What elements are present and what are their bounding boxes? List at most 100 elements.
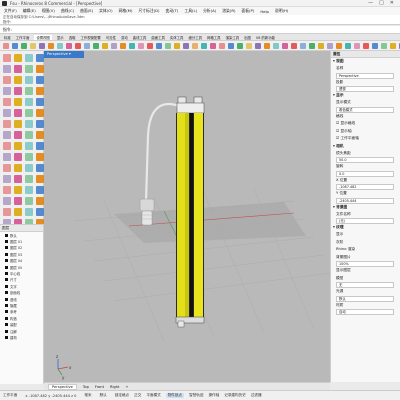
status-toggle-3[interactable]: 物件锁点: [165, 393, 185, 398]
property-section-0[interactable]: ▾ 视图: [331, 58, 400, 65]
left-tool-icon-0[interactable]: [3, 54, 11, 62]
toolbar-tab-14[interactable]: 出图: [244, 35, 251, 40]
left-tool-icon-22[interactable]: [25, 109, 33, 117]
left-tool-icon-47[interactable]: [36, 175, 44, 183]
menu-item-5[interactable]: 实体(O): [99, 8, 113, 14]
layer-color-swatch[interactable]: [5, 291, 8, 295]
left-tool-icon-34[interactable]: [25, 142, 33, 150]
toolbar-icon-30[interactable]: [273, 42, 279, 49]
toolbar-tab-11[interactable]: 细分工具: [188, 35, 202, 40]
left-tool-icon-3[interactable]: [36, 54, 44, 62]
toolbar-icon-6[interactable]: [57, 42, 63, 49]
toolbar-icon-33[interactable]: [300, 42, 306, 49]
layer-color-swatch[interactable]: [5, 284, 8, 288]
left-tool-icon-25[interactable]: [14, 120, 22, 128]
toolbar-icon-37[interactable]: [336, 42, 342, 49]
toolbar-icon-3[interactable]: [30, 42, 36, 49]
toolbar-icon-25[interactable]: [228, 42, 234, 49]
left-tool-icon-29[interactable]: [14, 131, 22, 139]
left-tool-icon-38[interactable]: [25, 153, 33, 161]
maximize-button[interactable]: □: [379, 0, 384, 6]
left-tool-icon-48[interactable]: [3, 186, 11, 194]
toolbar-tab-7[interactable]: 变动: [121, 35, 128, 40]
menu-item-6[interactable]: 网格(M): [119, 8, 133, 14]
left-tool-icon-54[interactable]: [25, 197, 33, 205]
status-toggle-4[interactable]: 智慧轨迹: [189, 393, 203, 398]
property-field-36[interactable]: 自动: [336, 309, 394, 315]
menu-item-4[interactable]: 曲面(S): [80, 8, 93, 14]
toolbar-icon-18[interactable]: [165, 42, 171, 49]
layer-color-swatch[interactable]: [5, 278, 8, 282]
menu-item-11[interactable]: 渲染(R): [222, 8, 235, 14]
status-toggle-0[interactable]: 锁定格点: [115, 393, 129, 398]
left-tool-icon-9[interactable]: [14, 76, 22, 84]
left-tool-icon-35[interactable]: [36, 142, 44, 150]
left-tool-icon-42[interactable]: [25, 164, 33, 172]
property-section-21[interactable]: ▾ 背景图: [331, 204, 400, 211]
layer-color-swatch[interactable]: [5, 316, 8, 320]
view-tab-2[interactable]: Front: [95, 385, 104, 389]
toolbar-tab-1[interactable]: 工作平面: [16, 35, 30, 40]
layer-color-swatch[interactable]: [5, 240, 8, 244]
left-tool-icon-52[interactable]: [3, 197, 11, 205]
toolbar-tab-0[interactable]: 标准: [4, 35, 11, 40]
layer-row[interactable]: 建构: [0, 334, 43, 340]
toolbar-icon-42[interactable]: [381, 42, 387, 49]
toolbar-icon-40[interactable]: [363, 42, 369, 49]
view-tab-1[interactable]: Top: [83, 385, 89, 389]
left-tool-icon-40[interactable]: [3, 164, 11, 172]
left-tool-icon-21[interactable]: [14, 109, 22, 117]
left-tool-icon-19[interactable]: [36, 98, 44, 106]
left-tool-icon-20[interactable]: [3, 109, 11, 117]
left-tool-icon-33[interactable]: [14, 142, 22, 150]
toolbar-icon-11[interactable]: [102, 42, 108, 49]
view-tab-4[interactable]: +: [125, 385, 128, 389]
left-tool-icon-37[interactable]: [14, 153, 22, 161]
toolbar-icon-1[interactable]: [12, 42, 18, 49]
menu-item-14[interactable]: 说明(H): [275, 8, 288, 14]
menu-item-9[interactable]: 工具(L): [184, 8, 197, 14]
left-tool-icon-30[interactable]: [25, 131, 33, 139]
toolbar-icon-22[interactable]: [201, 42, 207, 49]
status-toggle-5[interactable]: 操作轴: [208, 393, 219, 398]
toolbar-icon-34[interactable]: [309, 42, 315, 49]
toolbar-tab-3[interactable]: 显示: [57, 35, 64, 40]
toolbar-icon-35[interactable]: [318, 42, 324, 49]
toolbar-icon-21[interactable]: [192, 42, 198, 49]
minimize-button[interactable]: —: [368, 0, 373, 6]
toolbar-icon-43[interactable]: [390, 42, 396, 49]
toolbar-icon-28[interactable]: [255, 42, 261, 49]
left-tool-icon-4[interactable]: [3, 65, 11, 73]
toolbar-icon-2[interactable]: [21, 42, 27, 49]
layer-color-swatch[interactable]: [5, 303, 8, 307]
layer-color-swatch[interactable]: [5, 246, 8, 250]
status-toggle-1[interactable]: 正交: [134, 393, 141, 398]
toolbar-icon-24[interactable]: [219, 42, 225, 49]
left-tool-icon-11[interactable]: [36, 76, 44, 84]
left-tool-icon-14[interactable]: [25, 87, 33, 95]
left-tool-icon-55[interactable]: [36, 197, 44, 205]
status-layer[interactable]: 默认: [100, 393, 107, 398]
menu-item-8[interactable]: 变动(T): [166, 8, 179, 14]
layer-color-swatch[interactable]: [5, 297, 8, 301]
toolbar-icon-15[interactable]: [138, 42, 144, 49]
menu-item-7[interactable]: 尺寸标注(D): [138, 8, 159, 14]
left-tool-icon-17[interactable]: [14, 98, 22, 106]
left-tool-icon-1[interactable]: [14, 54, 22, 62]
layer-color-swatch[interactable]: [5, 233, 8, 237]
left-tool-icon-49[interactable]: [14, 186, 22, 194]
left-tool-icon-32[interactable]: [3, 142, 11, 150]
property-section-24[interactable]: ▾ 纹理: [331, 224, 400, 231]
left-tool-icon-15[interactable]: [36, 87, 44, 95]
menu-item-1[interactable]: 编辑(E): [23, 8, 36, 14]
toolbar-icon-5[interactable]: [48, 42, 54, 49]
left-tool-icon-58[interactable]: [25, 208, 33, 216]
toolbar-icon-8[interactable]: [75, 42, 81, 49]
toolbar-icon-31[interactable]: [282, 42, 288, 49]
left-tool-icon-53[interactable]: [14, 197, 22, 205]
menu-item-3[interactable]: 曲线(C): [61, 8, 74, 14]
toolbar-icon-41[interactable]: [372, 42, 378, 49]
left-tool-icon-39[interactable]: [36, 153, 44, 161]
layer-color-swatch[interactable]: [5, 335, 8, 339]
toolbar-icon-0[interactable]: [3, 42, 9, 49]
